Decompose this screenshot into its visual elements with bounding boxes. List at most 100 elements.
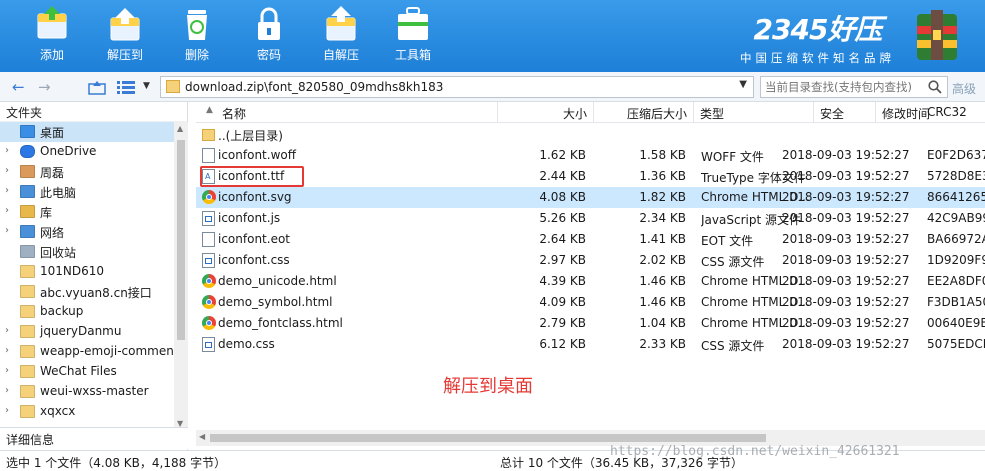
file-row[interactable]: demo.css 6.12 KB 2.33 KB CSS 源文件 2018-09-03 … [196,334,985,355]
password-button[interactable]: 密码 [237,4,301,68]
expand-chevron-icon[interactable]: › [5,225,9,236]
h-scroll-thumb[interactable] [210,434,766,442]
expand-chevron-icon[interactable]: › [5,145,9,156]
column-size[interactable]: 大小 [498,102,594,123]
tree-item[interactable]: › OneDrive [0,142,174,162]
delete-button[interactable]: 删除 [165,4,229,68]
up-folder-icon[interactable] [88,80,106,95]
file-row[interactable]: demo_unicode.html 4.39 KB 1.46 KB Chrome HT… [196,271,985,292]
tree-item-label: weapp-emoji-comment [40,344,179,358]
column-packed-label: 压缩后大小 [626,107,687,121]
cell-size: 6.12 KB [539,337,586,351]
path-dropdown-icon[interactable]: ▼ [739,79,747,90]
column-crc32[interactable]: CRC32 [921,102,985,123]
chrome-icon [202,190,216,204]
self-extract-button[interactable]: 自解压 [309,4,373,68]
cell-crc: 00640E9B [927,316,985,330]
tree-scrollbar[interactable]: ▲ ▼ [174,122,188,430]
tree-item[interactable]: 回收站 [0,242,174,262]
path-field[interactable]: download.zip\font_820580_09mdhs8kh183 ▼ [160,76,754,98]
expand-chevron-icon[interactable]: › [5,205,9,216]
forward-arrow-icon[interactable]: → [38,78,51,96]
file-row[interactable]: iconfont.svg 4.08 KB 1.82 KB Chrome HTML D.… [196,187,985,208]
expand-chevron-icon[interactable]: › [5,365,9,376]
tree-item[interactable]: › 此电脑 [0,182,174,202]
expand-chevron-icon[interactable]: › [5,165,9,176]
folder-icon [166,80,180,93]
cell-name: iconfont.js [218,211,281,225]
tree-item[interactable]: › 库 [0,202,174,222]
expand-chevron-icon[interactable]: › [5,185,9,196]
file-row[interactable]: demo_symbol.html 4.09 KB 1.46 KB Chrome HTM… [196,292,985,313]
lock-icon [258,7,280,40]
cell-packed: 1.58 KB [639,148,686,162]
cell-name: iconfont.css [218,253,290,267]
cell-modified: 2018-09-03 19:52:27 [782,316,910,330]
cell-name: iconfont.svg [218,190,292,204]
tree-item-label: abc.vyuan8.cn接口 [40,286,152,300]
column-security[interactable]: 安全 [814,102,876,123]
cell-packed: 2.34 KB [639,211,686,225]
tree-item[interactable]: › 周磊 [0,162,174,182]
path-text: download.zip\font_820580_09mdhs8kh183 [185,80,444,94]
expand-chevron-icon[interactable]: › [5,325,9,336]
column-type[interactable]: 类型 [694,102,814,123]
tree-item[interactable]: › 网络 [0,222,174,242]
column-name[interactable]: ▲ 名称 [196,102,498,123]
watermark: https://blog.csdn.net/weixin_42661321 [610,444,900,459]
tree-item[interactable]: › jqueryDanmu [0,322,174,342]
address-bar: ← → ▼ download.zip\font_820580_09mdhs8kh… [0,72,985,102]
tree-item-label: 此电脑 [40,186,77,200]
tree-item-label: xqxcx [40,404,76,418]
cell-crc: BA66972A [927,232,985,246]
details-header[interactable]: 详细信息 [0,427,188,449]
tree-item[interactable]: › xqxcx [0,402,174,422]
cell-size: 2.64 KB [539,232,586,246]
toolbox-button[interactable]: 工具箱 [381,4,445,68]
column-name-label: 名称 [222,107,247,121]
expand-chevron-icon[interactable]: › [5,405,9,416]
file-icon [202,232,215,247]
folder-icon [20,305,35,318]
cell-packed: 2.02 KB [639,253,686,267]
scroll-up-icon[interactable]: ▲ [177,124,183,133]
tree-item[interactable]: backup [0,302,174,322]
tree-scroll-thumb[interactable] [177,140,185,340]
tree-item-label: 桌面 [40,126,65,140]
tree-item[interactable]: 桌面 [0,122,174,142]
file-row[interactable]: iconfont.js 5.26 KB 2.34 KB JavaScript 源文件 2… [196,208,985,229]
file-row[interactable]: iconfont.css 2.97 KB 2.02 KB CSS 源文件 2018-09… [196,250,985,271]
back-arrow-icon[interactable]: ← [12,78,25,96]
advanced-search-link[interactable]: 高级 [952,80,976,97]
folder-icon [20,405,35,418]
tree-item[interactable]: 101ND610 [0,262,174,282]
scroll-left-icon[interactable]: ◀ [199,432,205,441]
extract-to-button[interactable]: 解压到 [93,4,157,68]
tree-item[interactable]: › weui-wxss-master [0,382,174,402]
folder-icon [20,325,35,338]
tree-item[interactable]: › weapp-emoji-comment [0,342,179,362]
tree-item-label: 库 [40,206,53,220]
add-button[interactable]: 添加 [20,4,84,68]
file-row[interactable]: iconfont.woff 1.62 KB 1.58 KB WOFF 文件 2018-0… [196,145,985,166]
expand-chevron-icon[interactable]: › [5,385,9,396]
tree-item-label: 网络 [40,226,65,240]
file-row[interactable]: demo_fontclass.html 2.79 KB 1.04 KB Chrome … [196,313,985,334]
file-row[interactable]: Aiconfont.ttf 2.44 KB 1.36 KB TrueType 字体文件… [196,166,985,187]
expand-chevron-icon[interactable]: › [5,345,9,356]
cell-modified: 2018-09-03 19:52:27 [782,274,910,288]
search-input[interactable] [761,77,926,97]
folder-tree-header: 文件夹 [0,102,187,122]
file-row[interactable]: iconfont.eot 2.64 KB 1.41 KB EOT 文件 2018-09-… [196,229,985,250]
view-list-icon[interactable] [117,81,135,94]
column-packed-size[interactable]: 压缩后大小 [594,102,694,123]
computer-icon [20,185,35,198]
view-dropdown-icon[interactable]: ▼ [143,81,150,91]
search-icon[interactable] [928,80,942,94]
tree-item[interactable]: abc.vyuan8.cn接口 [0,282,174,302]
cell-crc: 42C9AB99 [927,211,985,225]
tree-item[interactable]: › WeChat Files [0,362,174,382]
column-header-row: ▲ 名称 大小 压缩后大小 类型 安全 修改时间 CRC32 [196,102,985,123]
file-row[interactable]: ..(上层目录) [196,124,985,145]
cell-crc: 86641265 [927,190,985,204]
